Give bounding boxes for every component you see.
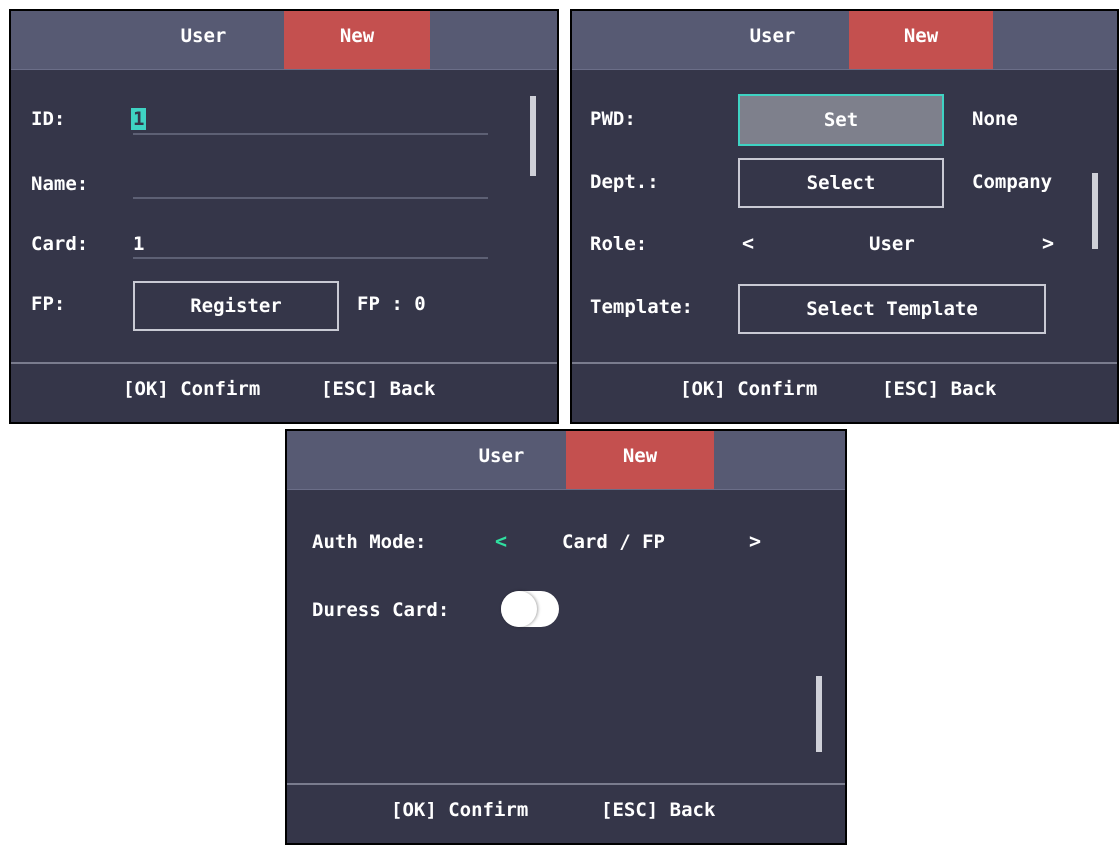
tab-user[interactable]: User [141,11,266,69]
template-label: Template: [590,296,693,318]
fp-label: FP: [31,293,66,315]
duress-card-label: Duress Card: [312,599,450,621]
card-underline [133,257,488,259]
dept-label: Dept.: [590,171,659,193]
fp-count: FP : 0 [357,293,426,315]
role-value[interactable]: User [869,233,915,255]
id-value: 1 [131,108,147,130]
auth-mode-prev-icon[interactable]: < [495,529,507,553]
auth-mode-value[interactable]: Card / FP [562,531,665,553]
confirm-hint[interactable]: [OK] Confirm [680,378,817,400]
confirm-hint[interactable]: [OK] Confirm [391,799,528,821]
top-bar: User New [572,11,1117,70]
role-prev-icon[interactable]: < [742,231,754,255]
new-user-screen-page1: User New ID: 1 Name: Card: 1 FP: Registe… [9,9,559,424]
name-label: Name: [31,173,89,195]
tab-user[interactable]: User [439,431,564,489]
pwd-label: PWD: [590,108,636,130]
role-label: Role: [590,233,648,255]
register-fp-button[interactable]: Register [133,281,339,331]
id-field[interactable]: 1 [131,108,147,130]
back-hint[interactable]: [ESC] Back [321,378,435,400]
back-hint[interactable]: [ESC] Back [882,378,996,400]
select-template-button[interactable]: Select Template [738,284,1046,334]
auth-mode-label: Auth Mode: [312,531,427,553]
select-dept-button[interactable]: Select [738,158,944,208]
footer-bar: [OK] Confirm [ESC] Back [572,362,1117,422]
id-label: ID: [31,108,66,130]
password-status: None [972,108,1018,130]
id-underline [133,133,488,135]
top-bar: User New [11,11,557,70]
card-label: Card: [31,233,89,255]
tab-new[interactable]: New [566,431,714,489]
duress-card-toggle[interactable] [501,591,559,627]
role-next-icon[interactable]: > [1042,231,1054,255]
footer-bar: [OK] Confirm [ESC] Back [287,783,845,843]
confirm-hint[interactable]: [OK] Confirm [123,378,260,400]
top-bar: User New [287,431,845,490]
tab-new[interactable]: New [284,11,430,69]
scrollbar[interactable] [1092,173,1098,249]
auth-mode-next-icon[interactable]: > [749,529,761,553]
scrollbar[interactable] [530,96,536,176]
dept-value: Company [972,171,1053,193]
back-hint[interactable]: [ESC] Back [601,799,715,821]
name-underline [133,197,488,199]
tab-user[interactable]: User [710,11,835,69]
card-field[interactable]: 1 [133,233,144,255]
new-user-screen-page3: User New Auth Mode: < Card / FP > Duress… [285,429,847,845]
set-password-button[interactable]: Set [738,94,944,146]
toggle-knob [501,591,537,627]
tab-new[interactable]: New [849,11,993,69]
scrollbar[interactable] [816,676,822,752]
new-user-screen-page2: User New PWD: Set None Dept.: Select Com… [570,9,1119,424]
footer-bar: [OK] Confirm [ESC] Back [11,362,557,422]
